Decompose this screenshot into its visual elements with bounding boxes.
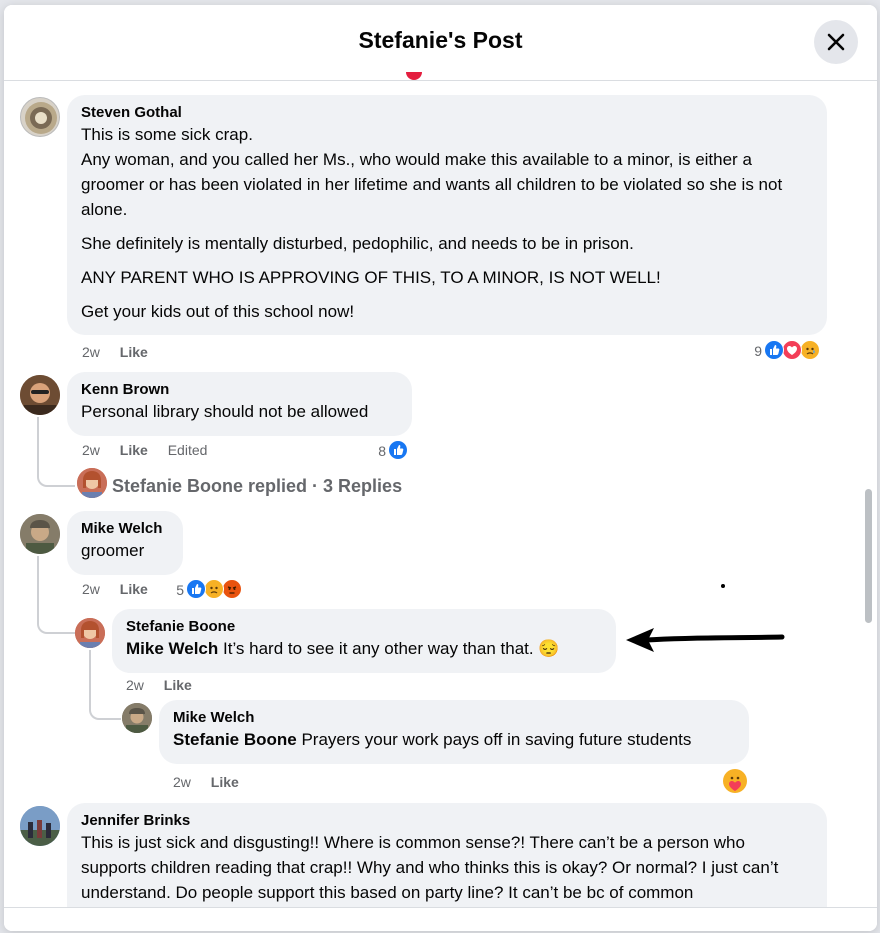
reaction-summary[interactable] [723, 769, 749, 795]
dialog-title: Stefanie's Post [358, 27, 523, 53]
comment-meta: 2w Like Edited [82, 442, 207, 458]
edited-label: Edited [167, 442, 208, 458]
comment-time[interactable]: 2w [82, 344, 100, 360]
reaction-summary[interactable]: 9 [748, 340, 828, 362]
comment-bubble-2: Kenn Brown Personal library should not b… [67, 372, 412, 436]
reaction-count: 8 [378, 443, 386, 459]
comment-meta: 2w Like [82, 581, 164, 597]
like-icon [186, 579, 206, 599]
sad-icon [800, 340, 820, 360]
care-icon [723, 769, 747, 793]
reply-text: It’s hard to see it any other way than t… [218, 639, 560, 658]
angry-icon [222, 579, 242, 599]
comment-text: Mike Welch It’s hard to see it any other… [126, 639, 560, 658]
reply-bubble-1: Stefanie Boone Mike Welch It’s hard to s… [112, 609, 616, 673]
avatar-stefanie-boone[interactable] [75, 618, 105, 648]
thread-connector [89, 650, 121, 720]
comment-paragraph: She definitely is mentally disturbed, pe… [81, 234, 634, 253]
avatar-jennifer-brinks[interactable] [20, 806, 60, 846]
comment-paragraph: Get your kids out of this school now! [81, 302, 355, 321]
reply-bubble-2: Mike Welch Stefanie Boone Prayers your w… [159, 700, 749, 764]
avatar-steven-gothal[interactable] [20, 97, 60, 137]
comment-paragraph: This is some sick crap. Any woman, and y… [81, 125, 783, 219]
love-icon [782, 340, 802, 360]
comment-author[interactable]: Steven Gothal [81, 103, 813, 122]
like-icon [764, 340, 784, 360]
comment-time[interactable]: 2w [126, 677, 144, 693]
reaction-summary[interactable]: 5 [170, 579, 250, 601]
comment-author[interactable]: Jennifer Brinks [81, 811, 813, 830]
comment-time[interactable]: 2w [82, 581, 100, 597]
reaction-count: 9 [754, 343, 762, 359]
comment-text: This is some sick crap. Any woman, and y… [81, 122, 813, 324]
like-button[interactable]: Like [120, 581, 148, 597]
comment-meta: 2w Like [126, 677, 208, 693]
comment-bubble-3: Mike Welch groomer [67, 511, 183, 575]
comment-meta: 2w Like [173, 774, 255, 790]
mention-link[interactable]: Stefanie Boone [173, 730, 297, 749]
avatar-mike-welch[interactable] [20, 514, 60, 554]
avatar-mike-welch[interactable] [122, 703, 152, 733]
reply-text: Prayers your work pays off in saving fut… [296, 730, 692, 749]
comment-time[interactable]: 2w [82, 442, 100, 458]
comment-text: groomer [81, 541, 145, 560]
comment-author[interactable]: Mike Welch [173, 708, 735, 727]
comment-text: Stefanie Boone Prayers your work pays of… [173, 730, 691, 749]
comment-text: Personal library should not be allowed [81, 402, 369, 421]
dialog-header: Stefanie's Post [4, 5, 877, 81]
reaction-count: 5 [176, 582, 184, 598]
avatar-kenn-brown[interactable] [20, 375, 60, 415]
comment-paragraph: ANY PARENT WHO IS APPROVING OF THIS, TO … [81, 268, 661, 287]
thread-connector [37, 556, 75, 634]
like-button[interactable]: Like [164, 677, 192, 693]
like-button[interactable]: Like [120, 344, 148, 360]
close-button[interactable] [814, 20, 858, 64]
scrollbar-thumb[interactable] [865, 489, 872, 623]
comment-time[interactable]: 2w [173, 774, 191, 790]
dialog-footer [4, 907, 877, 931]
comment-text: This is just sick and disgusting!! Where… [81, 833, 779, 902]
arrow-annotation [626, 628, 785, 652]
view-replies-link[interactable]: Stefanie Boone replied · 3 Replies [112, 476, 402, 497]
comment-bubble-1: Steven Gothal This is some sick crap. An… [67, 95, 827, 335]
comment-author[interactable]: Kenn Brown [81, 380, 398, 399]
sad-icon [204, 579, 224, 599]
stray-dot [721, 584, 725, 588]
comment-meta: 2w Like [82, 344, 164, 360]
close-icon [827, 33, 845, 51]
thread-connector [37, 417, 75, 487]
notification-dot [406, 72, 422, 80]
reaction-summary[interactable]: 8 [372, 440, 412, 462]
comment-author[interactable]: Mike Welch [81, 519, 169, 538]
like-button[interactable]: Like [120, 442, 148, 458]
comment-author[interactable]: Stefanie Boone [126, 617, 602, 636]
avatar-stefanie-boone[interactable] [77, 468, 107, 498]
like-button[interactable]: Like [211, 774, 239, 790]
post-dialog: Steven Gothal This is some sick crap. An… [4, 5, 877, 931]
scrollbar[interactable] [862, 81, 874, 911]
mention-link[interactable]: Mike Welch [126, 639, 218, 658]
like-icon [388, 440, 408, 460]
